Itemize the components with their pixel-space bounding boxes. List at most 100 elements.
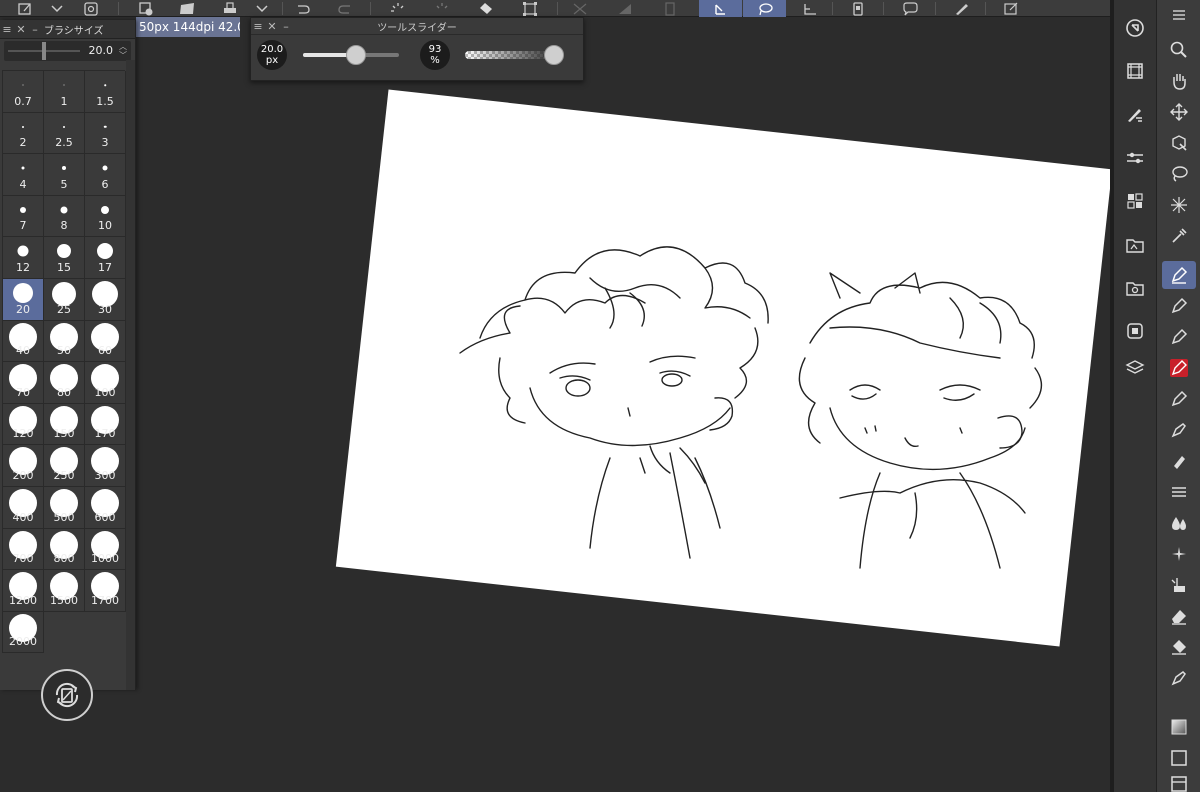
brush-size-preset[interactable]: 700 [3,528,44,571]
brush-size-preset[interactable]: 200 [3,445,44,487]
blend-icon[interactable] [1162,478,1196,506]
brush-size-preset[interactable]: 17 [85,237,126,279]
spinner-icon[interactable] [427,0,457,17]
brush-icon[interactable] [1162,323,1196,351]
chevron-down-icon[interactable] [42,0,72,17]
fill-bucket-icon[interactable] [1162,633,1196,661]
size-stepper[interactable]: ︿ ﹀ [119,42,127,60]
lasso-rotate-icon[interactable] [743,0,786,17]
close-icon[interactable]: ✕ [14,20,28,39]
film-icon[interactable] [1122,58,1148,84]
pen-settings-icon[interactable] [1122,102,1148,128]
brush-size-preset[interactable]: 1200 [3,570,44,612]
marker-icon[interactable] [1162,385,1196,413]
redo-icon[interactable] [330,0,360,17]
arrow-up-left-icon[interactable] [699,0,742,17]
brush-size-preset[interactable]: 1 [44,71,85,113]
brush-size-preset[interactable]: 3 [85,112,126,155]
drawing-canvas[interactable] [335,89,1113,647]
brush-size-preset[interactable]: 2000 [3,611,44,654]
brush-size-preset[interactable]: 60 [85,320,126,363]
brush-size-preset[interactable]: 6 [85,154,126,196]
brush-size-preset[interactable]: 1700 [85,570,126,612]
brush-size-preset[interactable]: 8 [44,195,85,238]
ink-pen-icon[interactable] [1162,416,1196,444]
brush-size-preset[interactable]: 7 [3,195,44,238]
stamp-icon[interactable] [215,0,245,17]
chevron-down-icon[interactable] [247,0,277,17]
brush-size-preset[interactable]: 400 [3,486,44,529]
brush-size-preset[interactable]: 30 [85,278,126,321]
folder-icon[interactable] [172,0,202,17]
mesh-icon[interactable] [565,0,595,17]
pencil-icon[interactable] [1162,292,1196,320]
object-icon[interactable] [1162,129,1196,157]
gradient-icon[interactable] [1162,713,1196,741]
new-layer-icon[interactable] [130,0,160,17]
layer-copy-icon[interactable] [76,0,106,17]
airbrush-icon[interactable] [1162,447,1196,475]
brush-size-preset[interactable]: 2 [3,112,44,155]
ruler-icon[interactable] [795,0,825,17]
ruler-tool-icon[interactable] [1162,775,1196,792]
brush-size-preset[interactable]: 4 [3,154,44,196]
brush-size-preset[interactable]: 120 [3,403,44,446]
comment-icon[interactable] [895,0,925,17]
brush-size-preset[interactable]: 40 [3,320,44,363]
opacity-knob[interactable] [544,45,565,65]
minimize-icon[interactable]: – [28,20,42,39]
brush-size-preset[interactable]: 600 [85,486,126,529]
navigator-icon[interactable] [1122,15,1148,41]
smartphone-icon[interactable] [843,0,873,17]
sliders-icon[interactable] [1122,145,1148,171]
menu-icon[interactable] [1162,6,1196,24]
pen-tool-icon[interactable] [1162,261,1196,289]
palette-scrollbar[interactable] [126,60,135,690]
brush-size-preset[interactable]: 80 [44,362,85,404]
brush-size-preset[interactable]: 2.5 [44,112,85,155]
tool-slider-header[interactable]: ≡ ✕ – ツールスライダー [251,18,583,35]
brush-size-preset[interactable]: 25 [44,278,85,321]
eraser-icon[interactable] [1162,602,1196,630]
layers-icon[interactable] [1122,355,1148,381]
smartphone-icon[interactable] [655,0,685,17]
menu-icon[interactable]: ≡ [0,20,14,39]
brush-size-knob[interactable] [345,45,366,65]
brush-size-preset[interactable]: 70 [3,362,44,404]
size-slider[interactable]: 20.0 ︿ ﹀ [4,41,131,61]
brush-size-preset[interactable]: 1500 [44,570,85,612]
zoom-icon[interactable] [1162,36,1196,64]
pen-icon[interactable] [946,0,976,17]
frame-icon[interactable] [1162,744,1196,772]
brush-size-preset[interactable]: 50 [44,320,85,363]
brush-size-preset[interactable]: 1.5 [85,71,126,113]
opacity-badge[interactable]: 93 % [420,40,450,70]
decoration-icon[interactable] [1162,571,1196,599]
droplet-icon[interactable] [1162,509,1196,537]
brush-size-preset[interactable]: 300 [85,445,126,487]
external-icon[interactable] [996,0,1026,17]
brush-size-preset[interactable]: 150 [44,403,85,446]
camera-folder-icon[interactable] [1122,275,1148,301]
red-pen-icon[interactable] [1162,354,1196,382]
brush-size-preset[interactable]: 10 [85,195,126,238]
size-slider-knob[interactable] [42,42,46,60]
brush-size-preset[interactable]: 170 [85,403,126,446]
sparkle-icon[interactable] [1162,540,1196,568]
undo-icon[interactable] [288,0,318,17]
brush-size-preset[interactable]: 500 [44,486,85,529]
brush-size-preset[interactable]: 1000 [85,528,126,571]
stop-icon[interactable] [1122,318,1148,344]
eyedropper-icon[interactable] [1162,222,1196,250]
brush-size-preset[interactable]: 250 [44,445,85,487]
magic-wand-icon[interactable] [1162,191,1196,219]
selection-icon[interactable] [610,0,640,17]
color-grid-icon[interactable] [1122,188,1148,214]
lasso-icon[interactable] [1162,160,1196,188]
brush-size-preset[interactable]: 5 [44,154,85,196]
edit-icon[interactable] [10,0,40,17]
brush-size-preset[interactable]: 800 [44,528,85,571]
brush-size-preset[interactable]: 12 [3,237,44,279]
move-icon[interactable] [1162,98,1196,126]
folder-image-icon[interactable] [1122,232,1148,258]
